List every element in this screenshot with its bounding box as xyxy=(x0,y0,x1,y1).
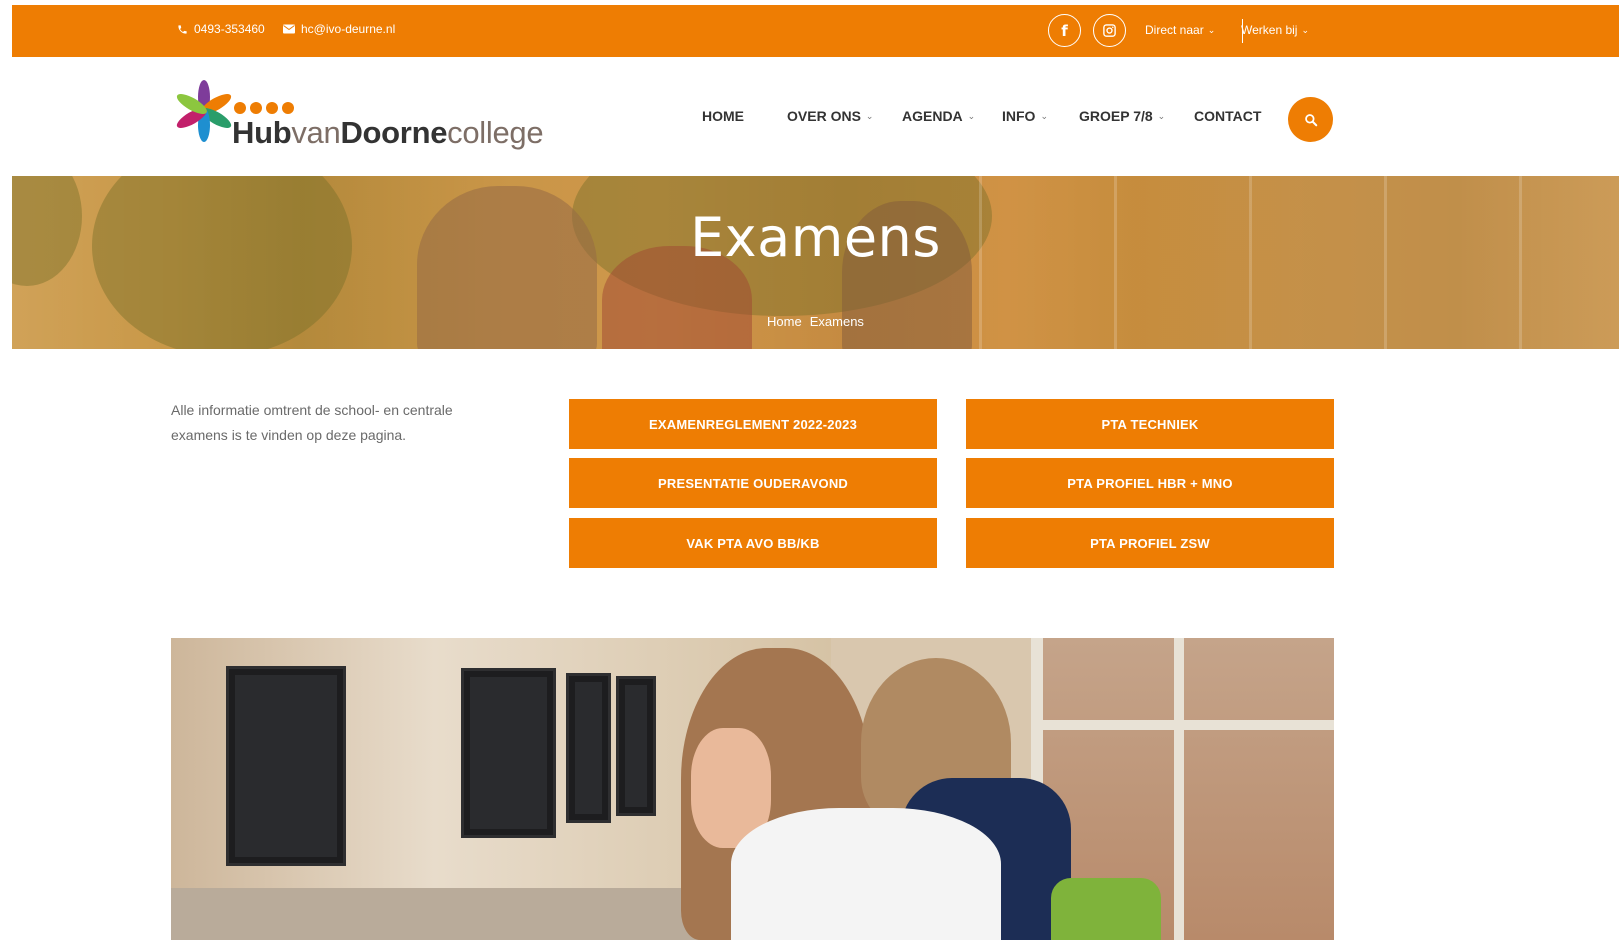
breadcrumb-home[interactable]: Home xyxy=(767,314,802,329)
flower-logo-icon xyxy=(176,80,232,142)
intro-text: Alle informatie omtrent de school- en ce… xyxy=(171,402,453,443)
chevron-down-icon: ⌄ xyxy=(1157,110,1166,121)
photo-monitor xyxy=(566,673,611,823)
search-icon xyxy=(1304,113,1317,126)
school-logo[interactable]: HubvanDoornecollege xyxy=(172,79,552,155)
facebook-icon: f xyxy=(1061,21,1068,40)
chevron-down-icon: ⌄ xyxy=(1040,110,1048,121)
chevron-down-icon: ⌄ xyxy=(865,110,874,121)
nav-groep-7-8[interactable]: GROEP 7/8 ⌄ xyxy=(1079,108,1165,124)
photo-student-shirt xyxy=(731,808,1001,940)
nav-contact[interactable]: CONTACT xyxy=(1194,108,1261,124)
examenreglement-button[interactable]: EXAMENREGLEMENT 2022-2023 xyxy=(569,399,937,449)
chevron-down-icon: ⌄ xyxy=(967,110,976,121)
phone-icon xyxy=(178,24,187,34)
photo-monitor xyxy=(226,666,346,866)
email-link[interactable]: hc@ivo-deurne.nl xyxy=(283,22,395,36)
photo-window-frame xyxy=(1174,638,1184,940)
breadcrumb-current: Examens xyxy=(809,314,864,329)
site-header: HubvanDoornecollege HOME OVER ONS ⌄ AGEN… xyxy=(12,57,1619,176)
nav-home-label: HOME xyxy=(702,108,744,124)
nav-over-ons-label: OVER ONS xyxy=(787,108,861,124)
chevron-down-icon: ⌄ xyxy=(1301,24,1310,35)
direct-naar-dropdown[interactable]: Direct naar ⌄ xyxy=(1145,23,1215,37)
pta-profiel-zsw-button[interactable]: PTA PROFIEL ZSW xyxy=(966,518,1334,568)
logo-text-hub: Hub xyxy=(232,115,292,150)
photo-window-frame xyxy=(1031,720,1334,730)
nav-home[interactable]: HOME xyxy=(702,108,744,124)
chevron-down-icon: ⌄ xyxy=(1207,24,1216,35)
direct-naar-label: Direct naar xyxy=(1145,23,1204,37)
vak-pta-avo-button[interactable]: VAK PTA AVO BB/KB xyxy=(569,518,937,568)
page-title: Examens xyxy=(690,206,941,269)
pta-profiel-hbr-mno-button[interactable]: PTA PROFIEL HBR + MNO xyxy=(966,458,1334,508)
nav-info-label: INFO xyxy=(1002,108,1036,124)
nav-agenda[interactable]: AGENDA ⌄ xyxy=(902,108,975,124)
photo-chair xyxy=(1051,878,1161,940)
page-hero: Examens Home Examens xyxy=(12,176,1619,349)
logo-text-college: college xyxy=(447,115,544,150)
envelope-icon xyxy=(283,24,295,34)
facebook-button[interactable]: f xyxy=(1048,14,1081,47)
nav-over-ons[interactable]: OVER ONS ⌄ xyxy=(787,108,873,124)
photo-monitor xyxy=(616,676,656,816)
nav-contact-label: CONTACT xyxy=(1194,108,1262,124)
logo-text-van: van xyxy=(291,115,341,150)
pta-techniek-button[interactable]: PTA TECHNIEK xyxy=(966,399,1334,449)
photo-monitor xyxy=(461,668,556,838)
werken-bij-label: Werken bij xyxy=(1241,23,1298,37)
top-bar: 0493-353460 hc@ivo-deurne.nl f Direct na… xyxy=(12,5,1619,57)
phone-link[interactable]: 0493-353460 xyxy=(177,22,265,36)
breadcrumb: Home Examens xyxy=(12,314,1619,329)
instagram-button[interactable] xyxy=(1093,14,1126,47)
exam-photo xyxy=(171,638,1334,940)
presentatie-ouderavond-button[interactable]: PRESENTATIE OUDERAVOND xyxy=(569,458,937,508)
nav-info[interactable]: INFO ⌄ xyxy=(1002,108,1048,124)
photo-desk xyxy=(171,888,731,940)
phone-number[interactable]: 0493-353460 xyxy=(194,22,265,36)
logo-dots xyxy=(234,102,294,114)
nav-agenda-label: AGENDA xyxy=(902,108,963,124)
werken-bij-dropdown[interactable]: Werken bij ⌄ xyxy=(1241,23,1309,37)
instagram-icon xyxy=(1103,24,1116,37)
logo-wordmark: HubvanDoornecollege xyxy=(232,115,544,151)
nav-groep-label: GROEP 7/8 xyxy=(1079,108,1153,124)
email-address[interactable]: hc@ivo-deurne.nl xyxy=(301,22,395,36)
logo-text-doorne: Doorne xyxy=(340,115,448,150)
search-button[interactable] xyxy=(1288,97,1333,142)
